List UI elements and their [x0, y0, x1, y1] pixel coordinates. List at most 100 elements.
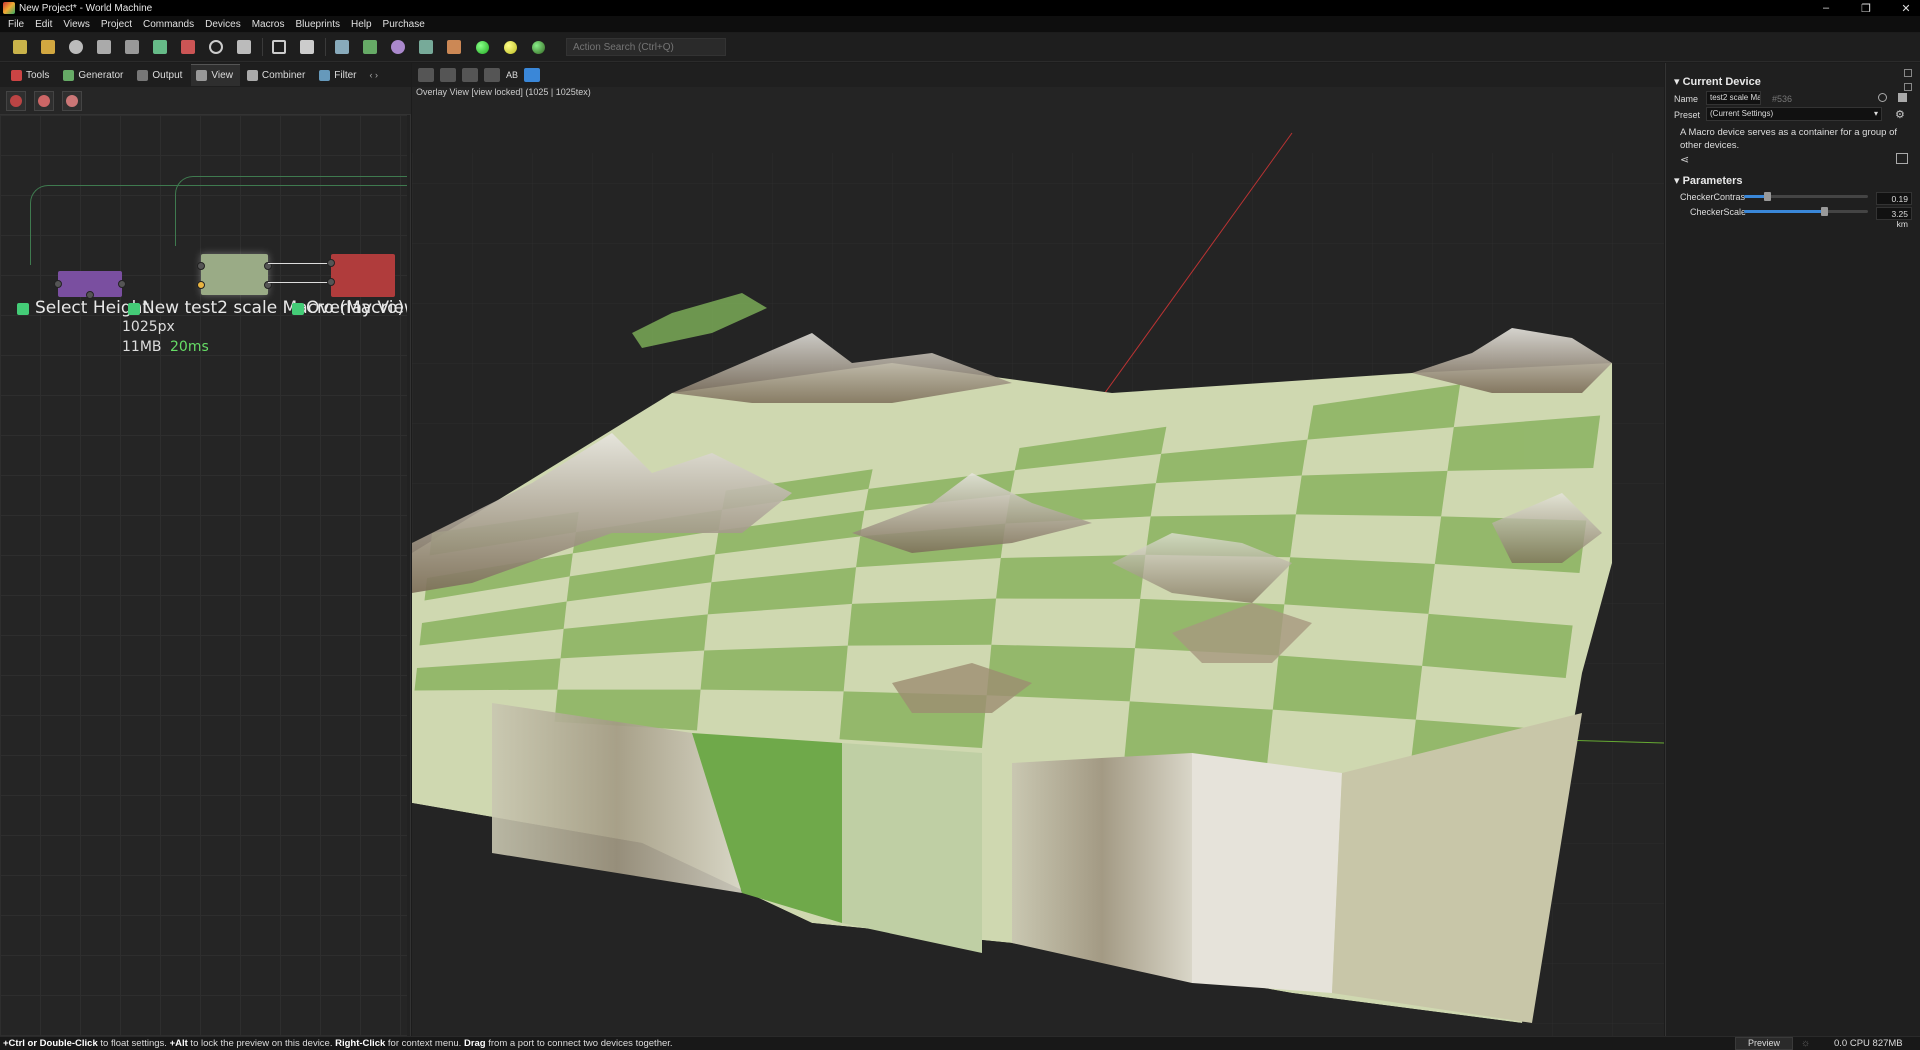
- render-mode-icon[interactable]: [440, 68, 456, 82]
- node-overlay-label: Overlay View: [306, 298, 407, 318]
- cut-icon[interactable]: [122, 37, 142, 57]
- app-logo-icon: [3, 2, 15, 14]
- toolbar-divider: [325, 38, 326, 56]
- checker-view-icon[interactable]: [62, 90, 82, 111]
- checker-tile: [847, 598, 997, 646]
- menu-devices[interactable]: Devices: [205, 19, 241, 30]
- parameters-heading[interactable]: ▾ Parameters: [1674, 174, 1743, 187]
- eye-icon[interactable]: [484, 68, 500, 82]
- menu-edit[interactable]: Edit: [35, 19, 52, 30]
- terrain-render[interactable]: [412, 63, 1664, 1036]
- node-graph-canvas[interactable]: Select Height New test2 scale Macro (Mac…: [0, 115, 407, 1036]
- menu-file[interactable]: File: [8, 19, 24, 30]
- node-resolution: 1025px: [122, 319, 175, 335]
- tab-generator[interactable]: Generator: [58, 64, 130, 86]
- tab-scroll-arrows[interactable]: ‹ ›: [370, 70, 379, 80]
- preset-select[interactable]: (Current Settings) ▾: [1706, 107, 1882, 121]
- preview-button[interactable]: Preview: [1735, 1037, 1793, 1050]
- edit-icon[interactable]: [1898, 93, 1907, 102]
- layout-view-icon[interactable]: [6, 90, 26, 111]
- input-port[interactable]: [197, 281, 205, 289]
- tab-view[interactable]: View: [191, 64, 240, 86]
- input-port[interactable]: [327, 259, 335, 267]
- cpu-memory-readout: 0.0 CPU 827MB: [1834, 1038, 1903, 1049]
- globe-icon[interactable]: [388, 37, 408, 57]
- share-icon[interactable]: ⋖: [1680, 153, 1689, 166]
- build-icon[interactable]: [178, 37, 198, 57]
- slider-thumb[interactable]: [1821, 207, 1828, 216]
- sun-icon[interactable]: ☼: [1801, 1038, 1810, 1049]
- lock-view-icon[interactable]: [524, 68, 541, 82]
- combiner-icon: [246, 69, 258, 81]
- paint-icon[interactable]: [444, 37, 464, 57]
- earth-orb-icon[interactable]: [528, 37, 548, 57]
- node-memory: 11MB: [122, 339, 162, 355]
- save-icon[interactable]: [94, 37, 114, 57]
- overlay-view-icon[interactable]: [34, 90, 54, 111]
- input-port[interactable]: [197, 262, 205, 270]
- grid-layout-icon[interactable]: [297, 37, 317, 57]
- help-icon[interactable]: [66, 37, 86, 57]
- new-project-icon[interactable]: [10, 37, 30, 57]
- close-button[interactable]: ✕: [1898, 2, 1914, 15]
- texture-icon[interactable]: [462, 68, 478, 82]
- menu-macros[interactable]: Macros: [252, 19, 285, 30]
- panel-expand-icon[interactable]: [1904, 69, 1912, 77]
- filter-icon: [319, 69, 331, 81]
- panel-pin-icon[interactable]: [1904, 83, 1912, 91]
- node-macro[interactable]: [197, 254, 272, 295]
- status-bar: +Ctrl or Double-Click to float settings.…: [0, 1036, 1920, 1050]
- panel-toggle-icon[interactable]: [269, 37, 289, 57]
- slider-fill: [1744, 210, 1824, 213]
- gear-icon[interactable]: ⚙: [1895, 108, 1905, 121]
- minimize-button[interactable]: –: [1818, 2, 1834, 14]
- action-search-input[interactable]: [566, 38, 726, 56]
- 3d-viewport[interactable]: AB Overlay View [view locked] (1025 | 10…: [412, 63, 1664, 1036]
- param-label: CheckerContras: [1680, 192, 1746, 202]
- menu-help[interactable]: Help: [351, 19, 372, 30]
- checker-scale-value[interactable]: 3.25 km: [1876, 207, 1912, 229]
- device-graph-panel: Tools Generator Output View Combiner Fil…: [0, 63, 411, 1036]
- preset-label: Preset: [1674, 110, 1701, 120]
- current-device-heading[interactable]: ▾ Current Device: [1674, 75, 1761, 88]
- menu-purchase[interactable]: Purchase: [383, 19, 425, 30]
- toolbar-divider: [262, 38, 263, 56]
- tab-combiner[interactable]: Combiner: [242, 64, 312, 86]
- table-icon[interactable]: [1896, 153, 1908, 164]
- export-icon[interactable]: [332, 37, 352, 57]
- menu-commands[interactable]: Commands: [143, 19, 194, 30]
- color-picker-icon[interactable]: [1878, 93, 1887, 102]
- target-icon[interactable]: [206, 37, 226, 57]
- tab-filter[interactable]: Filter: [314, 64, 363, 86]
- input-port[interactable]: [327, 278, 335, 286]
- status-indicator: [292, 303, 304, 315]
- camera-icon[interactable]: [418, 68, 434, 82]
- checker-contrast-value[interactable]: 0.19: [1876, 192, 1912, 205]
- green-orb-icon[interactable]: [472, 37, 492, 57]
- menu-project[interactable]: Project: [101, 19, 132, 30]
- node-build-time: 20ms: [170, 339, 209, 355]
- image-icon[interactable]: [416, 37, 436, 57]
- restore-button[interactable]: ❐: [1858, 2, 1874, 15]
- node-overlay-view[interactable]: [327, 254, 395, 297]
- param-label: CheckerScale: [1690, 207, 1747, 217]
- menu-blueprints[interactable]: Blueprints: [296, 19, 340, 30]
- node-select-height[interactable]: [54, 271, 126, 299]
- tile-build-icon[interactable]: [360, 37, 380, 57]
- tab-tools[interactable]: Tools: [6, 64, 56, 86]
- open-project-icon[interactable]: [38, 37, 58, 57]
- device-palette: [0, 87, 411, 115]
- output-icon: [137, 69, 149, 81]
- yellow-orb-icon[interactable]: [500, 37, 520, 57]
- slider-thumb[interactable]: [1764, 192, 1771, 201]
- tab-output[interactable]: Output: [132, 64, 189, 86]
- input-port[interactable]: [54, 280, 62, 288]
- menu-views[interactable]: Views: [63, 19, 90, 30]
- checker-tile: [1295, 470, 1448, 517]
- settings-icon[interactable]: [234, 37, 254, 57]
- device-name-field[interactable]: test2 scale Macro: [1706, 91, 1761, 105]
- ab-compare-toggle[interactable]: AB: [506, 70, 518, 80]
- output-port[interactable]: [118, 280, 126, 288]
- layout-icon[interactable]: [150, 37, 170, 57]
- checker-tile: [1284, 557, 1435, 614]
